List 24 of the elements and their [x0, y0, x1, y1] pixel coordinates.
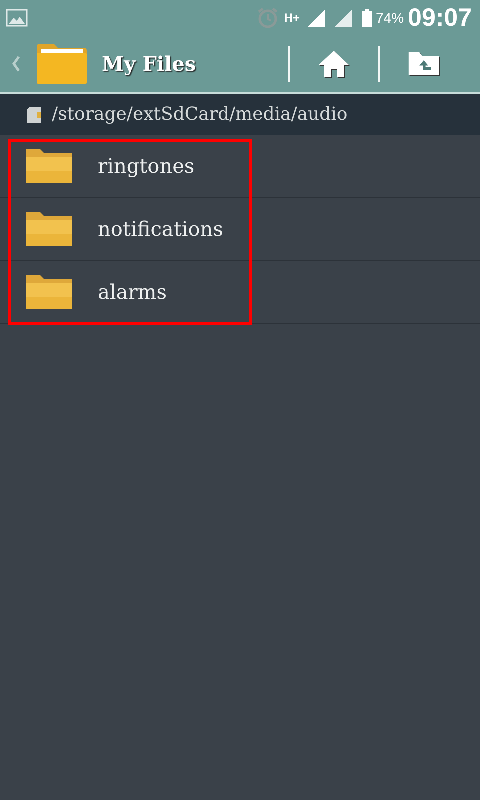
back-chevron-icon[interactable] [12, 56, 20, 72]
folder-name: ringtones [98, 154, 195, 178]
folder-path: /storage/extSdCard/media/audio [52, 104, 348, 125]
network-type: H+ [284, 11, 300, 25]
home-icon [318, 50, 350, 78]
folder-icon [26, 212, 72, 246]
folder-row[interactable]: notifications [0, 198, 480, 261]
signal-icon [335, 10, 352, 26]
sd-card-icon [26, 106, 42, 124]
image-icon [6, 9, 28, 27]
folder-up-arrow-icon [408, 50, 440, 78]
alarm-clock-icon [256, 6, 280, 30]
clock: 09:07 [408, 4, 472, 32]
battery-percent: 74% [376, 10, 404, 26]
folder-icon [26, 275, 72, 309]
app-title: My Files [102, 52, 196, 76]
folder-icon [36, 43, 88, 85]
folder-row[interactable]: ringtones [0, 135, 480, 198]
battery-icon [362, 9, 372, 27]
folder-icon [26, 149, 72, 183]
folder-name: alarms [98, 280, 168, 304]
signal-icon [308, 10, 326, 26]
folder-name: notifications [98, 217, 224, 241]
folder-row[interactable]: alarms [0, 261, 480, 324]
